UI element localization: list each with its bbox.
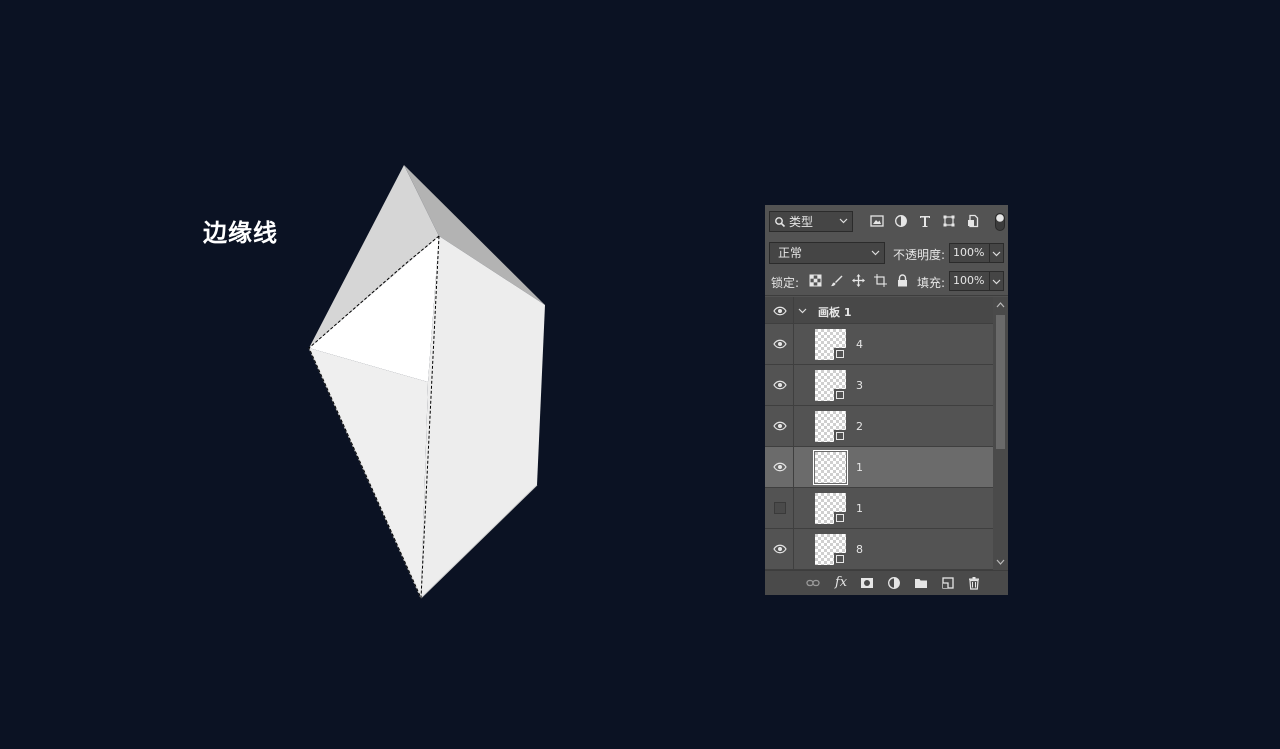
opacity-dropdown-button[interactable]: [989, 243, 1004, 263]
layer-row-selected[interactable]: 1: [765, 447, 993, 488]
adjustment-layer-icon[interactable]: [887, 576, 901, 590]
crystal-artwork[interactable]: [0, 0, 1280, 749]
adjustment-filter-icon[interactable]: [894, 214, 908, 228]
layer-row[interactable]: 8: [765, 529, 993, 570]
layer-thumbnail: [815, 370, 846, 401]
visibility-cell[interactable]: [765, 488, 794, 528]
lock-label: 锁定:: [771, 276, 800, 290]
chevron-down-icon: [871, 250, 880, 256]
fill-input[interactable]: 100%: [949, 271, 990, 291]
layer-row[interactable]: 2: [765, 406, 993, 447]
visibility-cell[interactable]: [765, 365, 794, 405]
lock-transparent-icon[interactable]: [809, 274, 822, 287]
visibility-cell[interactable]: [765, 324, 794, 364]
fill-label: 填充:: [917, 276, 946, 290]
eye-icon: [773, 421, 787, 431]
layer-name: 2: [856, 420, 863, 433]
chevron-down-icon: [992, 251, 1001, 257]
layer-name: 1: [856, 461, 863, 474]
filter-toggle-icon[interactable]: [995, 213, 1005, 231]
eye-icon: [773, 544, 787, 554]
lock-all-icon[interactable]: [896, 274, 909, 287]
scroll-up-icon[interactable]: [996, 301, 1005, 309]
eye-icon: [773, 339, 787, 349]
visibility-cell[interactable]: [765, 297, 794, 323]
visibility-cell[interactable]: [765, 406, 794, 446]
search-icon: [775, 216, 786, 227]
layers-panel: 类型 正常 不透明度: 100% 锁定: 填充: 100% 画板 1 4 3 2…: [765, 205, 1008, 595]
eye-icon: [773, 306, 787, 316]
group-name: 画板 1: [818, 306, 852, 319]
layers-bottom-bar: fx: [765, 570, 1008, 595]
opacity-input[interactable]: 100%: [949, 243, 990, 263]
delete-layer-icon[interactable]: [967, 576, 981, 590]
layer-row[interactable]: 1: [765, 488, 993, 529]
link-layers-icon[interactable]: [806, 576, 820, 590]
layer-thumbnail: [815, 534, 846, 565]
eye-icon: [773, 380, 787, 390]
opacity-label: 不透明度:: [893, 248, 946, 262]
new-group-icon[interactable]: [914, 576, 928, 590]
blend-row: 正常 不透明度: 100%: [765, 239, 1008, 267]
chevron-down-icon: [992, 279, 1001, 285]
layer-thumbnail: [813, 450, 848, 485]
layers-list: 画板 1 4 3 2 1 1 8: [765, 297, 993, 570]
layer-thumbnail: [815, 329, 846, 360]
scroll-down-icon[interactable]: [996, 558, 1005, 566]
fx-icon[interactable]: fx: [835, 575, 847, 590]
eye-icon: [773, 462, 787, 472]
layer-row[interactable]: 3: [765, 365, 993, 406]
blend-mode-select[interactable]: 正常: [769, 242, 885, 264]
visibility-cell[interactable]: [765, 529, 794, 569]
layers-scrollbar[interactable]: [993, 297, 1008, 570]
blend-mode-value: 正常: [778, 246, 803, 260]
hidden-visibility-box: [774, 502, 786, 514]
layer-thumbnail: [815, 493, 846, 524]
scroll-thumb[interactable]: [996, 315, 1005, 449]
chevron-down-icon[interactable]: [798, 306, 807, 315]
lock-position-icon[interactable]: [852, 274, 865, 287]
type-filter-icon[interactable]: [918, 214, 932, 228]
visibility-cell[interactable]: [765, 447, 794, 487]
lock-artboard-icon[interactable]: [874, 274, 887, 287]
artboard-group-row[interactable]: 画板 1: [765, 297, 993, 324]
kind-filter-label: 类型: [789, 215, 814, 229]
layer-name: 1: [856, 502, 863, 515]
image-filter-icon[interactable]: [870, 214, 884, 228]
layer-thumbnail: [815, 411, 846, 442]
fill-dropdown-button[interactable]: [989, 271, 1004, 291]
kind-filter-select[interactable]: 类型: [769, 211, 853, 232]
layer-name: 3: [856, 379, 863, 392]
layer-name: 8: [856, 543, 863, 556]
add-mask-icon[interactable]: [860, 576, 874, 590]
shape-filter-icon[interactable]: [942, 214, 956, 228]
layer-name: 4: [856, 338, 863, 351]
filter-row: 类型: [765, 205, 1008, 239]
new-layer-icon[interactable]: [941, 576, 955, 590]
lock-image-icon[interactable]: [830, 274, 843, 287]
crystal-facet-front-bottom: [309, 348, 428, 598]
lock-row: 锁定: 填充: 100%: [765, 267, 1008, 296]
smart-object-filter-icon[interactable]: [966, 214, 980, 228]
chevron-down-icon: [839, 218, 848, 224]
layer-row[interactable]: 4: [765, 324, 993, 365]
